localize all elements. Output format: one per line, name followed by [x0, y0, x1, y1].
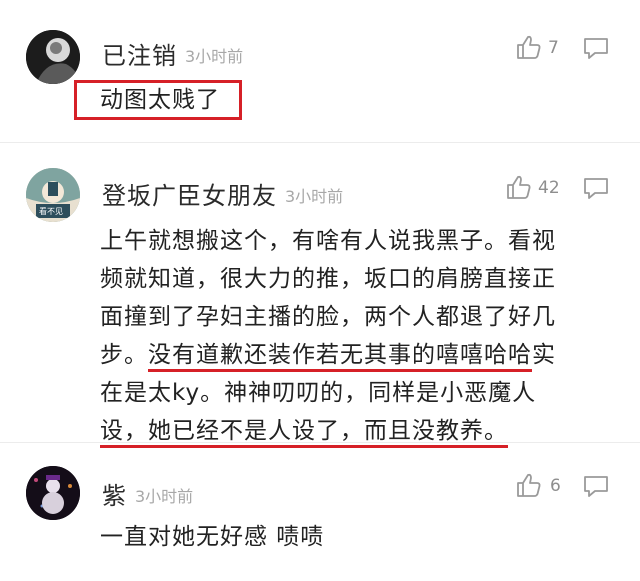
thumbs-up-icon[interactable] [515, 33, 543, 61]
text-line: 在是太ky。神神叨叨的，同样是小恶魔人 [100, 380, 537, 406]
timestamp: 3小时前 [285, 187, 344, 206]
text-line: 面撞到了孕妇主播的脸，两个人都退了好几 [100, 304, 556, 330]
text-line: 上午就想搬这个，有啥有人说我黑子。看视 [100, 228, 556, 254]
snowman-avatar-icon [26, 466, 80, 520]
avatar[interactable] [26, 30, 80, 84]
like-count: 7 [548, 38, 559, 58]
username[interactable]: 已注销 3小时前 [102, 36, 243, 71]
text-segment: 实 [532, 342, 556, 368]
like-count: 6 [550, 476, 561, 496]
thumbs-up-icon[interactable] [515, 471, 543, 499]
reply-icon[interactable] [582, 36, 610, 60]
reply-icon[interactable] [582, 176, 610, 200]
text-segment: 步。 [100, 342, 148, 368]
username-text[interactable]: 紫 [102, 482, 127, 510]
username-text[interactable]: 登坂广臣女朋友 [102, 182, 277, 210]
thumbs-up-icon[interactable] [505, 173, 533, 201]
comment-text: 一直对她无好感 啧啧 [100, 524, 325, 550]
avatar-badge: 看不见 [39, 207, 63, 216]
username[interactable]: 紫 3小时前 [102, 476, 193, 511]
underlined-text: 没有道歉还装作若无其事的嘻嘻哈哈 [148, 342, 532, 372]
like-count: 42 [538, 178, 560, 198]
deleted-user-avatar-icon [26, 30, 80, 84]
comment-text: 上午就想搬这个，有啥有人说我黑子。看视 频就知道，很大力的推，坂口的肩膀直接正 … [100, 222, 620, 450]
divider [0, 442, 640, 443]
reply-icon[interactable] [582, 474, 610, 498]
timestamp: 3小时前 [135, 487, 194, 506]
avatar[interactable]: 看不见 [26, 168, 80, 222]
underlined-text: 设，她已经不是人设了，而且没教养。 [100, 418, 508, 448]
timestamp: 3小时前 [185, 47, 244, 66]
divider [0, 142, 640, 143]
text-line: 频就知道，很大力的推，坂口的肩膀直接正 [100, 266, 556, 292]
avatar[interactable] [26, 466, 80, 520]
text-line: 步。没有道歉还装作若无其事的嘻嘻哈哈实 [100, 336, 620, 374]
text-line: 设，她已经不是人设了，而且没教养。 [100, 412, 620, 450]
username[interactable]: 登坂广臣女朋友 3小时前 [102, 176, 343, 211]
comment-text: 动图太贱了 [100, 87, 220, 113]
username-text[interactable]: 已注销 [102, 42, 177, 70]
